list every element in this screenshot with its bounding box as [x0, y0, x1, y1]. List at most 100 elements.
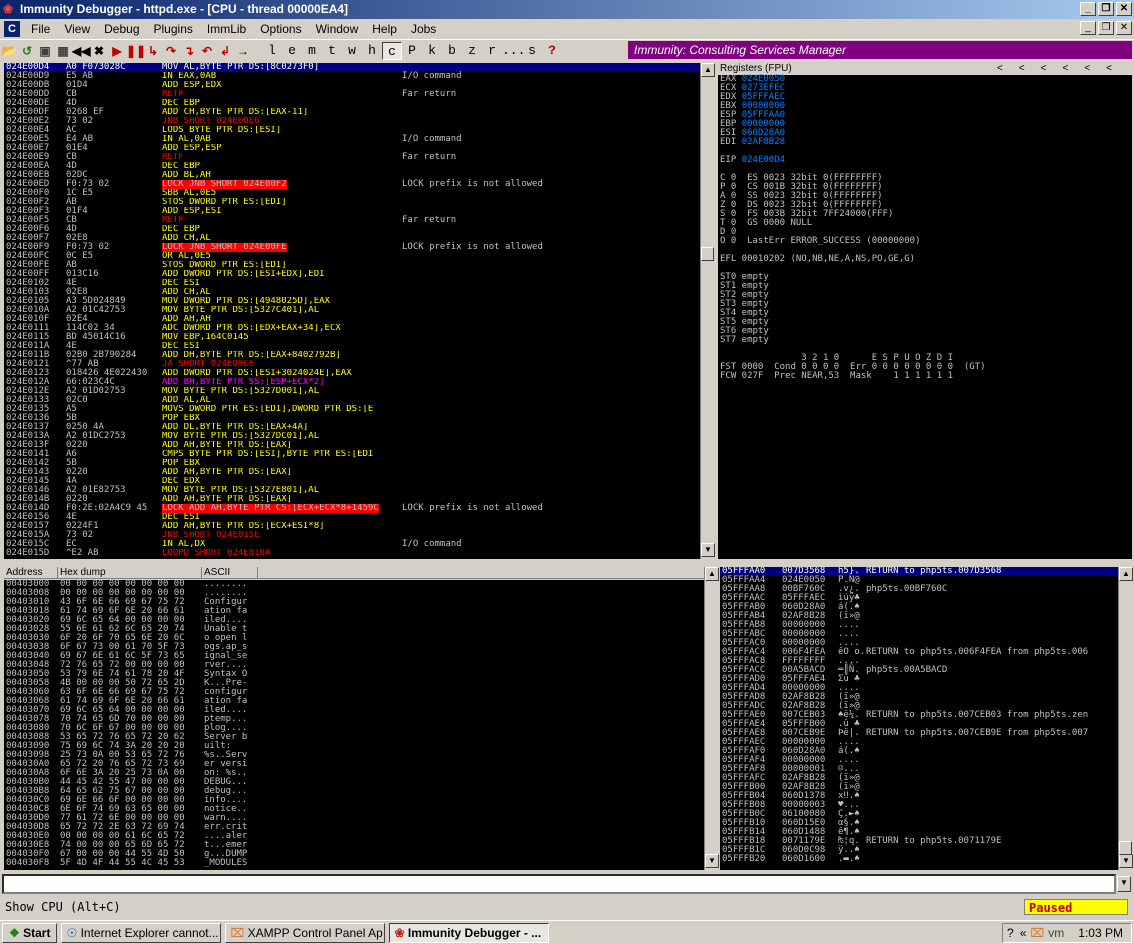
- chevron-left-icon[interactable]: «: [1014, 924, 1027, 942]
- disassembly-pane[interactable]: 024E00D4 A0 F073028C MOV AL,BYTE PTR DS:[8…: [4, 63, 704, 559]
- close-program-icon[interactable]: ✖: [90, 42, 108, 60]
- disasm-row[interactable]: 024E00F3 01F4 ADD ESP,ESI: [4, 207, 704, 216]
- disasm-row[interactable]: 024E0156 4E DEC ESI: [4, 513, 704, 522]
- command-dropdown-icon[interactable]: ▼: [1117, 876, 1131, 892]
- toolbar-breakpoints-button[interactable]: b: [442, 42, 462, 60]
- disasm-row[interactable]: 024E00F0 1C E5 SBB AL,0E5: [4, 189, 704, 198]
- rewind-icon[interactable]: ◀◀: [72, 42, 90, 60]
- stack-row[interactable]: 05FFFB04 060D1378 x‼.♠: [720, 792, 1118, 801]
- mdi-minimize-button[interactable]: _: [1080, 21, 1096, 35]
- toolbar-cpu-button[interactable]: c: [382, 41, 402, 60]
- disasm-row[interactable]: 024E00DB 01D4 ADD ESP,EDX: [4, 81, 704, 90]
- disasm-row[interactable]: 024E00DE 4D DEC EBP: [4, 99, 704, 108]
- menu-options[interactable]: Options: [253, 22, 308, 36]
- toolbar-z-button[interactable]: z: [462, 42, 482, 60]
- stack-row[interactable]: 05FFFAD4 00000000....: [720, 684, 1118, 693]
- disasm-row[interactable]: 024E00E5 E4 AB IN AL,0AB I/O command: [4, 135, 704, 144]
- command-line-input[interactable]: [2, 874, 1116, 894]
- disasm-row[interactable]: 024E0136 5B POP EBX: [4, 414, 704, 423]
- pause-icon[interactable]: ❚❚: [126, 42, 146, 60]
- toolbar-run-trace-button[interactable]: ...: [502, 42, 525, 60]
- close-icon[interactable]: ▣: [36, 42, 54, 60]
- disasm-row[interactable]: 024E00ED F0:73 02 LOCK JNB SHORT 024E00F2 L…: [4, 180, 704, 189]
- stack-scrollbar[interactable]: ▲ ▼: [1118, 567, 1133, 870]
- disasm-row[interactable]: 024E015D ^E2 AB LOOPD SHORT 024E010A: [4, 549, 704, 558]
- start-button[interactable]: ❖ Start: [2, 922, 58, 943]
- disasm-row[interactable]: 024E00DD CB RETF Far return: [4, 90, 704, 99]
- disasm-row[interactable]: 024E0133 02C0 ADD AL,AL: [4, 396, 704, 405]
- trace-over-icon[interactable]: ↶: [198, 42, 216, 60]
- toolbar-call-stack-button[interactable]: k: [422, 42, 442, 60]
- dump-header-ascii[interactable]: ASCII: [204, 567, 258, 579]
- stack-row[interactable]: 05FFFAE8 007CEB9E Þë|. RETURN to php5ts.007…: [720, 729, 1118, 738]
- stack-row[interactable]: 05FFFACC 00A5BACD ═║Ñ. php5ts.00A5BACD: [720, 666, 1118, 675]
- disasm-row[interactable]: 024E0146 A2 01E82753 MOV BYTE PTR DS:[5327…: [4, 486, 704, 495]
- disasm-row[interactable]: 024E013A A2 01DC2753 MOV BYTE PTR DS:[5327…: [4, 432, 704, 441]
- stack-row[interactable]: 05FFFAD0 05FFFAE4 Σú ♣: [720, 675, 1118, 684]
- scroll-up-icon[interactable]: ▲: [701, 63, 715, 77]
- memory-icon[interactable]: ▦: [54, 42, 72, 60]
- disasm-row[interactable]: 024E00F6 4D DEC EBP: [4, 225, 704, 234]
- dump-header-address[interactable]: Address: [6, 567, 58, 579]
- step-into-icon[interactable]: ↳: [144, 42, 162, 60]
- disasm-row[interactable]: 024E00E2 73 02 JNB SHORT 024E00E6: [4, 117, 704, 126]
- menu-view[interactable]: View: [57, 22, 97, 36]
- stack-row[interactable]: 05FFFB20 060D1600 .▬.♠: [720, 855, 1118, 864]
- toolbar-log-button[interactable]: l: [262, 42, 282, 60]
- toolbar-help-button[interactable]: ?: [542, 42, 562, 60]
- disasm-row[interactable]: 024E00F5 CB RETF Far return: [4, 216, 704, 225]
- stack-row[interactable]: 05FFFB00 02AF8B28 (ï»@: [720, 783, 1118, 792]
- stack-row[interactable]: 05FFFAD8 02AF8B28 (ï»@: [720, 693, 1118, 702]
- disasm-row[interactable]: 024E00E9 CB RETF Far return: [4, 153, 704, 162]
- toolbar-patches-button[interactable]: P: [402, 42, 422, 60]
- disasm-row[interactable]: 024E011B 02B0 2B790284 ADD DH,BYTE PTR DS:…: [4, 351, 704, 360]
- toolbar-source-button[interactable]: s: [522, 42, 542, 60]
- vmware-icon[interactable]: vm: [1044, 924, 1064, 942]
- menu-plugins[interactable]: Plugins: [147, 22, 200, 36]
- disasm-row[interactable]: 024E00D4 A0 F073028C MOV AL,BYTE PTR DS:[8…: [4, 63, 704, 72]
- stack-row[interactable]: 05FFFB0C 06100080 Ç.►♠: [720, 810, 1118, 819]
- stack-row[interactable]: 05FFFAA0 007D3568 h5}. RETURN to php5ts.007…: [720, 567, 1118, 576]
- trace-into-icon[interactable]: ↴: [180, 42, 198, 60]
- disasm-row[interactable]: 024E00FE AB STOS DWORD PTR ES:[EDI]: [4, 261, 704, 270]
- dump-header-hex[interactable]: Hex dump: [60, 567, 202, 579]
- stack-row[interactable]: 05FFFB18 0071179E ₧¦q. RETURN to php5ts.007…: [720, 837, 1118, 846]
- stack-row[interactable]: 05FFFAB8 00000000....: [720, 621, 1118, 630]
- dump-pane[interactable]: 00403000 00 00 00 00 00 00 00 00........ 0…: [4, 580, 704, 870]
- scroll-up-icon[interactable]: ▲: [1119, 567, 1133, 581]
- disasm-row[interactable]: 024E013F 0220 ADD AH,BYTE PTR DS:[EAX]: [4, 441, 704, 450]
- toolbar-windows-button[interactable]: w: [342, 42, 362, 60]
- run-icon[interactable]: ▶: [108, 42, 126, 60]
- disasm-row[interactable]: 024E0142 5B POP EBX: [4, 459, 704, 468]
- toolbar-handles-button[interactable]: h: [362, 42, 382, 60]
- menu-debug[interactable]: Debug: [97, 22, 146, 36]
- stack-row[interactable]: 05FFFAB4 02AF8B28 (ï»@: [720, 612, 1118, 621]
- disasm-row[interactable]: 024E00E7 01E4 ADD ESP,ESP: [4, 144, 704, 153]
- scroll-down-icon[interactable]: ▼: [705, 854, 719, 868]
- cpu-window-icon[interactable]: C: [4, 21, 20, 37]
- disasm-row[interactable]: 024E010A A2 01C42753 MOV BYTE PTR DS:[5327…: [4, 306, 704, 315]
- disasm-row[interactable]: 024E00FC 0C E5 OR AL,0E5: [4, 252, 704, 261]
- disasm-row[interactable]: 024E0115 BD 45014C16 MOV EBP,164C0145: [4, 333, 704, 342]
- disasm-row[interactable]: 024E00F2 AB STOS DWORD PTR ES:[EDI]: [4, 198, 704, 207]
- menu-window[interactable]: Window: [309, 22, 366, 36]
- go-to-icon[interactable]: →: [234, 42, 252, 60]
- stack-row[interactable]: 05FFFB10 060D15E0 α§.♠: [720, 819, 1118, 828]
- registers-pane[interactable]: Registers (FPU) <<<<<< EAX 024E0050 ECX 027…: [718, 63, 1132, 563]
- close-button[interactable]: ✕: [1116, 2, 1132, 16]
- mdi-restore-button[interactable]: ❐: [1098, 21, 1114, 35]
- disasm-row[interactable]: 024E00D9 E5 AB IN EAX,0AB I/O command: [4, 72, 704, 81]
- toolbar-executable-modules-button[interactable]: e: [282, 42, 302, 60]
- dump-row[interactable]: 004030F8 5F 4D 4F 44 55 4C 45 53 _MODULES: [4, 859, 704, 868]
- disasm-row[interactable]: 024E00EB 02DC ADD BL,AH: [4, 171, 704, 180]
- toolbar-threads-button[interactable]: t: [322, 42, 342, 60]
- disasm-row[interactable]: 024E015C EC IN AL,DX I/O command: [4, 540, 704, 549]
- disasm-row[interactable]: 024E00F9 F0:73 02 LOCK JNB SHORT 024E00FE L…: [4, 243, 704, 252]
- task-internet-explorer[interactable]: ☉ Internet Explorer cannot...: [61, 922, 222, 943]
- help-icon[interactable]: ?: [1003, 924, 1014, 942]
- menu-help[interactable]: Help: [365, 22, 404, 36]
- menu-jobs[interactable]: Jobs: [404, 22, 443, 36]
- scroll-down-icon[interactable]: ▼: [701, 543, 715, 557]
- stack-row[interactable]: 05FFFAE0 007CEB03 ♠ë¼. RETURN to php5ts.007…: [720, 711, 1118, 720]
- disasm-row[interactable]: 024E012E A2 01D02753 MOV BYTE PTR DS:[5327…: [4, 387, 704, 396]
